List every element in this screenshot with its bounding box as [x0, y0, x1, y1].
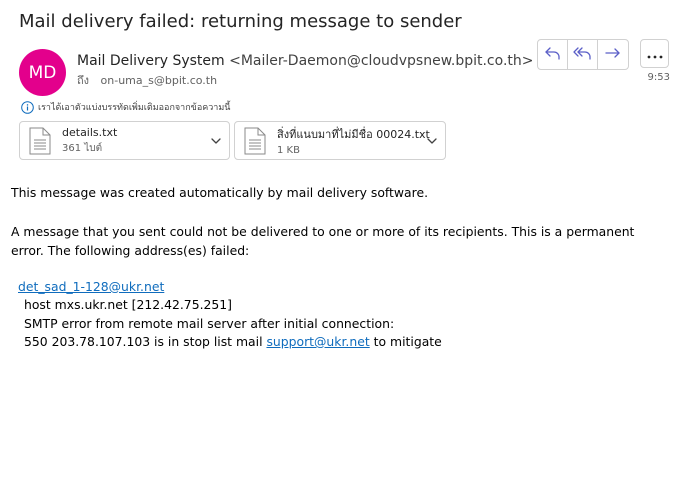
- host-line: host mxs.ukr.net [212.42.75.251]: [24, 297, 232, 312]
- attachment-name: details.txt: [62, 125, 118, 139]
- recipient-line: ถึง on-uma_s@bpit.co.th: [77, 71, 217, 89]
- chevron-down-icon[interactable]: [426, 135, 438, 147]
- info-notice: เราได้เอาตัวแบ่งบรรทัดเพิ่มเติมออกจากข้อ…: [21, 100, 230, 114]
- error-suffix: to mitigate: [373, 334, 442, 349]
- to-label: ถึง: [77, 74, 90, 87]
- reply-icon: [544, 45, 562, 65]
- message-actions: [537, 39, 629, 70]
- info-icon: [21, 100, 34, 114]
- chevron-down-icon[interactable]: [210, 135, 222, 147]
- support-email-link[interactable]: support@ukr.net: [266, 334, 369, 349]
- smtp-error-line: SMTP error from remote mail server after…: [24, 316, 395, 331]
- attachment-name: สิ่งที่แนบมาที่ไม่มีชื่อ 00024.txt: [277, 128, 430, 141]
- attachment-card[interactable]: สิ่งที่แนบมาที่ไม่มีชื่อ 00024.txt 1 KB: [234, 121, 446, 160]
- attachment-size: 1 KB: [277, 145, 300, 156]
- sender-email[interactable]: <Mailer-Daemon@cloudvpsnew.bpit.co.th>: [229, 53, 533, 69]
- attachment-size: 361 ไบต์: [62, 142, 103, 154]
- error-detail-line: 550 203.78.107.103 is in stop list mail …: [24, 334, 442, 349]
- reply-button[interactable]: [538, 40, 568, 69]
- more-icon: [647, 44, 663, 63]
- attachment-card[interactable]: details.txt 361 ไบต์: [19, 121, 230, 160]
- text-file-icon: [244, 127, 266, 155]
- recipient-address[interactable]: on-uma_s@bpit.co.th: [101, 74, 218, 87]
- forward-button[interactable]: [598, 40, 628, 69]
- sender-name[interactable]: Mail Delivery System: [77, 53, 225, 69]
- sender-avatar[interactable]: MD: [19, 49, 66, 96]
- email-subject: Mail delivery failed: returning message …: [19, 11, 462, 32]
- error-prefix: 550 203.78.107.103 is in stop list mail: [24, 334, 263, 349]
- body-paragraph-error: A message that you sent could not be del…: [11, 224, 635, 258]
- reply-all-icon: [572, 45, 593, 65]
- message-time: 9:53: [647, 72, 670, 83]
- failed-address[interactable]: det_sad_1-128@ukr.net: [18, 279, 164, 294]
- more-actions-button[interactable]: [640, 39, 669, 68]
- info-text: เราได้เอาตัวแบ่งบรรทัดเพิ่มเติมออกจากข้อ…: [38, 103, 231, 113]
- attachment-meta: สิ่งที่แนบมาที่ไม่มีชื่อ 00024.txt 1 KB: [277, 125, 430, 156]
- failed-address-link[interactable]: det_sad_1-128@ukr.net: [18, 279, 164, 294]
- attachment-meta: details.txt 361 ไบต์: [62, 126, 117, 156]
- forward-icon: [604, 45, 622, 65]
- text-file-icon: [29, 127, 51, 155]
- body-line-auto-notice: This message was created automatically b…: [11, 185, 429, 200]
- sender-line: Mail Delivery System <Mailer-Daemon@clou…: [77, 53, 534, 69]
- reply-all-button[interactable]: [568, 40, 598, 69]
